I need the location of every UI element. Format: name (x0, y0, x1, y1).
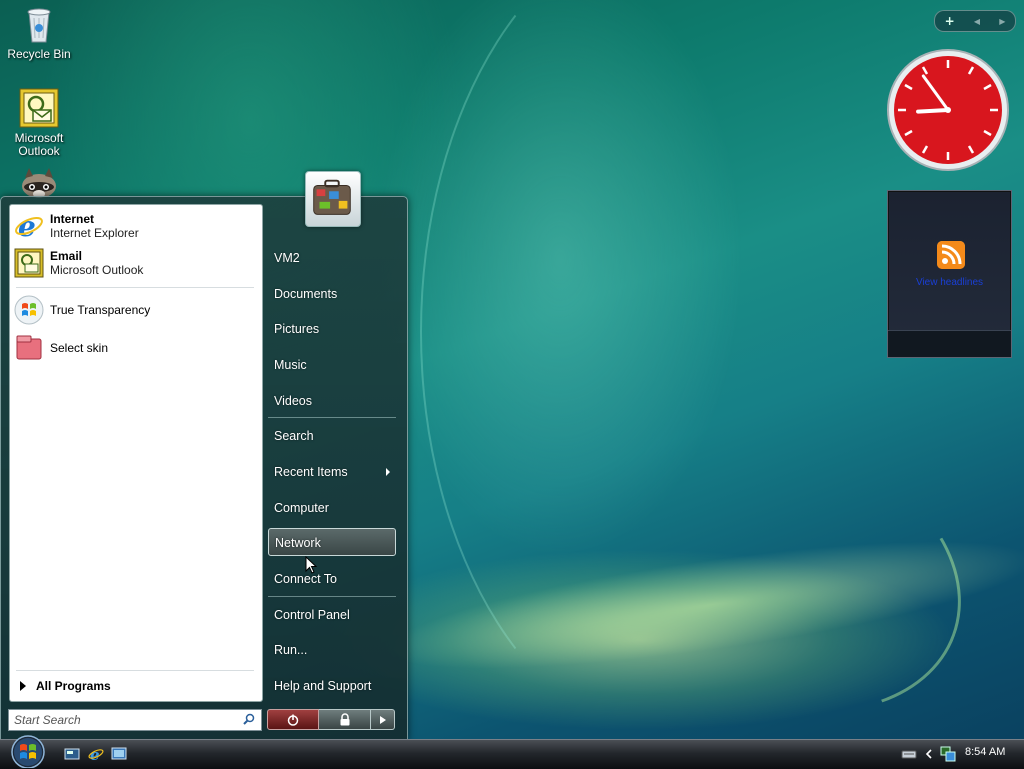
start-link-label: Recent Items (274, 465, 348, 479)
rss-icon (937, 241, 965, 269)
recent-item-true-transparency[interactable]: True Transparency (14, 293, 254, 327)
start-link-label: Network (275, 536, 321, 550)
internet-explorer-icon[interactable]: e (88, 746, 104, 762)
right-separator (268, 417, 396, 418)
start-search-input[interactable]: Start Search (8, 709, 262, 731)
start-link-label: Videos (274, 394, 312, 408)
windows-orb-icon[interactable] (6, 734, 50, 768)
all-programs-separator (16, 670, 254, 671)
start-link-connect-to[interactable]: Connect To (268, 565, 396, 593)
start-link-computer[interactable]: Computer (268, 494, 396, 522)
keyboard-icon[interactable] (901, 746, 917, 762)
pinned-separator (16, 287, 254, 288)
all-programs-button[interactable]: All Programs (20, 679, 111, 693)
taskbar (0, 739, 1024, 769)
start-link-vm2[interactable]: VM2 (268, 244, 396, 272)
desktop-icon-recycle-bin[interactable]: Recycle Bin (1, 4, 77, 61)
start-link-recent-items[interactable]: Recent Items (268, 458, 396, 486)
feed-footer (888, 330, 1011, 357)
search-placeholder: Start Search (14, 713, 81, 727)
clock-time[interactable]: 8:54 AM (965, 746, 1005, 758)
all-programs-label: All Programs (36, 679, 111, 693)
start-link-search[interactable]: Search (268, 422, 396, 450)
start-link-label: Pictures (274, 322, 320, 336)
start-link-label: Run... (274, 643, 308, 657)
start-link-help-and-support[interactable]: Help and Support (268, 672, 396, 700)
start-link-label: Documents (274, 287, 338, 301)
lock-button[interactable] (319, 709, 371, 730)
start-link-label: Search (274, 429, 314, 443)
desktop-icon-label: Recycle Bin (7, 47, 71, 61)
pinned-item-internet[interactable]: e Internet Internet Explorer (14, 209, 254, 243)
desktop-icon-label-line2: Outlook (18, 144, 60, 158)
start-link-label: Control Panel (274, 608, 350, 622)
start-link-label: Connect To (274, 572, 338, 586)
windows-logo-icon (14, 295, 44, 325)
search-icon[interactable] (243, 713, 255, 725)
start-link-network[interactable]: Network (268, 528, 396, 556)
start-link-control-panel[interactable]: Control Panel (268, 601, 396, 629)
submenu-arrow-icon (386, 468, 390, 476)
pinned-item-subtitle: Microsoft Outlook (50, 263, 144, 277)
start-link-label: VM2 (274, 251, 300, 265)
feed-headlines-gadget[interactable]: View headlines (887, 190, 1012, 358)
chevron-left-icon[interactable] (924, 746, 934, 762)
switch-windows-icon[interactable] (111, 746, 127, 762)
outlook-icon (19, 88, 59, 128)
lock-icon (340, 713, 349, 726)
pinned-item-title: Email (50, 249, 83, 263)
start-link-documents[interactable]: Documents (268, 280, 396, 308)
power-button-group (267, 709, 395, 730)
recent-item-label: True Transparency (50, 303, 151, 317)
view-headlines-link[interactable]: View headlines (888, 277, 1011, 288)
start-link-music[interactable]: Music (268, 351, 396, 379)
right-separator (268, 596, 396, 597)
clock-gadget[interactable] (886, 48, 1010, 172)
next-page-button[interactable]: ▶ (999, 17, 1005, 26)
recent-item-label: Select skin (50, 341, 109, 355)
wallpaper-streak (420, 0, 944, 744)
svg-text:e: e (18, 211, 36, 241)
outlook-icon (14, 248, 44, 278)
add-gadget-button[interactable]: + (945, 14, 955, 28)
start-link-label: Music (274, 358, 307, 372)
start-link-videos[interactable]: Videos (268, 387, 396, 415)
gadget-toolbar: + ◀ ▶ (934, 10, 1016, 32)
pinned-item-subtitle: Internet Explorer (50, 226, 139, 240)
network-icon[interactable] (940, 746, 956, 762)
skin-icon (16, 335, 42, 360)
raccoon-icon (22, 168, 56, 198)
desktop-icon-outlook[interactable]: Microsoft Outlook (1, 88, 77, 158)
recent-item-select-skin[interactable]: Select skin (14, 331, 254, 365)
start-link-label: Help and Support (274, 679, 372, 693)
shutdown-options-button[interactable] (371, 709, 395, 730)
start-link-run[interactable]: Run... (268, 636, 396, 664)
power-icon (287, 714, 299, 726)
clock-hour-hand (916, 108, 950, 114)
wallpaper-streak (376, 514, 1024, 696)
pinned-item-email[interactable]: Email Microsoft Outlook (14, 246, 254, 280)
power-button[interactable] (267, 709, 319, 730)
pinned-item-title: Internet (50, 212, 95, 226)
user-picture[interactable] (305, 171, 361, 227)
chevron-right-icon (20, 681, 26, 691)
chevron-right-icon (379, 715, 386, 724)
start-link-pictures[interactable]: Pictures (268, 315, 396, 343)
start-link-label: Computer (274, 501, 329, 515)
wallpaper-streak (565, 385, 1001, 761)
mouse-cursor-icon (305, 556, 317, 574)
suitcase-icon (313, 179, 351, 215)
programs-pane: e Internet Internet Explorer Email Micro… (9, 204, 263, 702)
previous-page-button[interactable]: ◀ (974, 17, 980, 26)
show-desktop-icon[interactable] (64, 746, 80, 762)
internet-explorer-icon: e (15, 211, 43, 241)
recycle-bin-icon (27, 8, 51, 43)
